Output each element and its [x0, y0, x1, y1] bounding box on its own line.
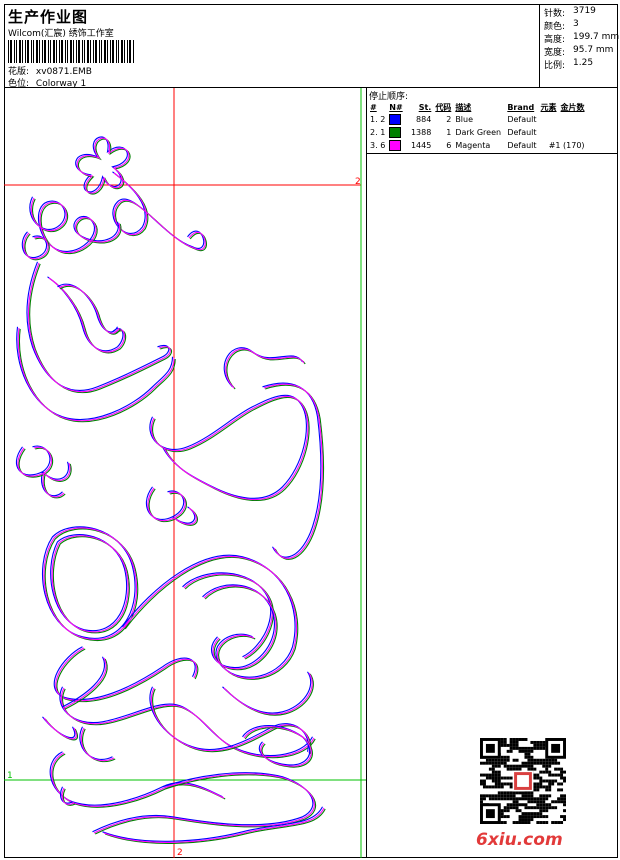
stitch-path [18, 328, 176, 423]
stitch-path [50, 534, 128, 632]
color-swatch [389, 140, 402, 151]
col-description: 描述 [455, 102, 472, 112]
table-row: 3. 6 1445 6 Magenta Default #1 (170) [368, 139, 587, 152]
row-brand: Default [507, 128, 537, 137]
stitch-path [243, 726, 312, 767]
guide-marker-top-right: 2 [355, 177, 361, 187]
stitch-path [225, 348, 305, 389]
row-color-swatch [387, 139, 404, 152]
stitch-path [57, 283, 118, 333]
col-code: 代码 [435, 102, 452, 112]
stitch-path [55, 647, 198, 702]
row-brand: Default [507, 115, 537, 124]
col-needle: N# [389, 102, 403, 112]
row-element [539, 126, 587, 139]
stitch-path [47, 276, 124, 352]
stop-sequence-panel: 停止顺序: # N# St. 代码 描述 Brand 元素 金片数 1. 2 88… [367, 88, 618, 154]
stitch-path [59, 285, 121, 335]
stitch-path [16, 326, 174, 421]
stitch-path [42, 656, 105, 739]
col-element: 元素 [540, 102, 557, 112]
page-title: 生产作业图 [8, 8, 89, 26]
row-index: 1. 2 [370, 115, 386, 124]
color-swatch [389, 127, 402, 138]
stitch-path [148, 488, 198, 526]
stitch-path [265, 384, 324, 560]
stitch-path [150, 687, 311, 754]
stitch-path [75, 136, 128, 193]
stitch-path [17, 327, 175, 422]
row-description: Magenta [455, 141, 491, 150]
table-row: 2. 1 1388 1 Dark Green Default [368, 126, 587, 139]
row-index: 2. 1 [370, 128, 386, 137]
stitch-path [49, 278, 127, 354]
stitch-path [30, 197, 121, 254]
barcode [8, 40, 134, 63]
stitch-path [32, 198, 122, 255]
stitch-path [152, 688, 312, 755]
qr-code [480, 738, 566, 824]
table-header-row: # N# St. 代码 描述 Brand 元素 金片数 [368, 101, 587, 113]
watermark: 6xiu.com [476, 830, 563, 850]
row-code: 6 [446, 141, 452, 150]
row-stitches: 1445 [410, 141, 432, 150]
row-description: Blue [455, 115, 474, 124]
stitch-path [16, 445, 70, 497]
color-swatch [389, 114, 402, 125]
stitch-path [43, 657, 107, 740]
stitch-path [26, 261, 170, 391]
design-preview: 2 2 1 [4, 88, 367, 858]
stitch-path [29, 263, 172, 394]
stat-colors: 颜色: 3 [544, 19, 579, 32]
row-code: 1 [446, 128, 452, 137]
header-info: 生产作业图 Wilcom(汇宸) 绣饰工作室 花版: xv0871.EMB 色位… [4, 4, 540, 89]
stitch-path [223, 347, 303, 388]
stitch-path [262, 382, 322, 558]
stitch-path [224, 673, 314, 716]
col-sequins: 金片数 [560, 102, 585, 112]
guide-marker-bottom: 2 [177, 848, 183, 858]
col-stitches: St. [418, 102, 432, 112]
stitch-path [51, 535, 129, 633]
col-index: # [370, 102, 377, 112]
stat-width: 宽度: 95.7 mm [544, 45, 614, 58]
stitch-path [62, 728, 116, 806]
row-description: Dark Green [455, 128, 502, 137]
row-code: 2 [446, 115, 452, 124]
row-element: #1 (170) [548, 141, 585, 150]
guide-marker-left: 1 [7, 771, 13, 781]
company-name: Wilcom(汇宸) 绣饰工作室 [8, 29, 114, 39]
stitch-path [52, 536, 130, 634]
stitch-path [28, 262, 171, 393]
row-color-swatch [387, 126, 404, 139]
stitch-path [52, 753, 226, 808]
stitch-path [58, 284, 120, 334]
row-stitches: 884 [416, 115, 432, 124]
row-index: 3. 6 [370, 141, 386, 150]
embroidery-design: 2 2 1 [4, 88, 366, 858]
table-row: 1. 2 884 2 Blue Default [368, 113, 587, 126]
row-brand: Default [507, 141, 537, 150]
stats-panel: 针数: 3719 颜色: 3 高度: 199.7 mm 宽度: 95.7 mm 比例: 1… [540, 4, 620, 88]
stat-height: 高度: 199.7 mm [544, 32, 620, 45]
stat-scale: 比例: 1.25 [544, 58, 594, 71]
stop-sequence-table: # N# St. 代码 描述 Brand 元素 金片数 1. 2 884 2 Blue… [368, 101, 587, 152]
stitch-path [49, 751, 223, 806]
row-element [539, 113, 587, 126]
row-color-swatch [387, 113, 404, 126]
row-stitches: 1388 [410, 128, 432, 137]
stitch-path [149, 394, 307, 499]
stat-stitches: 针数: 3719 [544, 6, 596, 19]
col-brand: Brand [507, 102, 535, 112]
stitch-path [56, 648, 199, 703]
